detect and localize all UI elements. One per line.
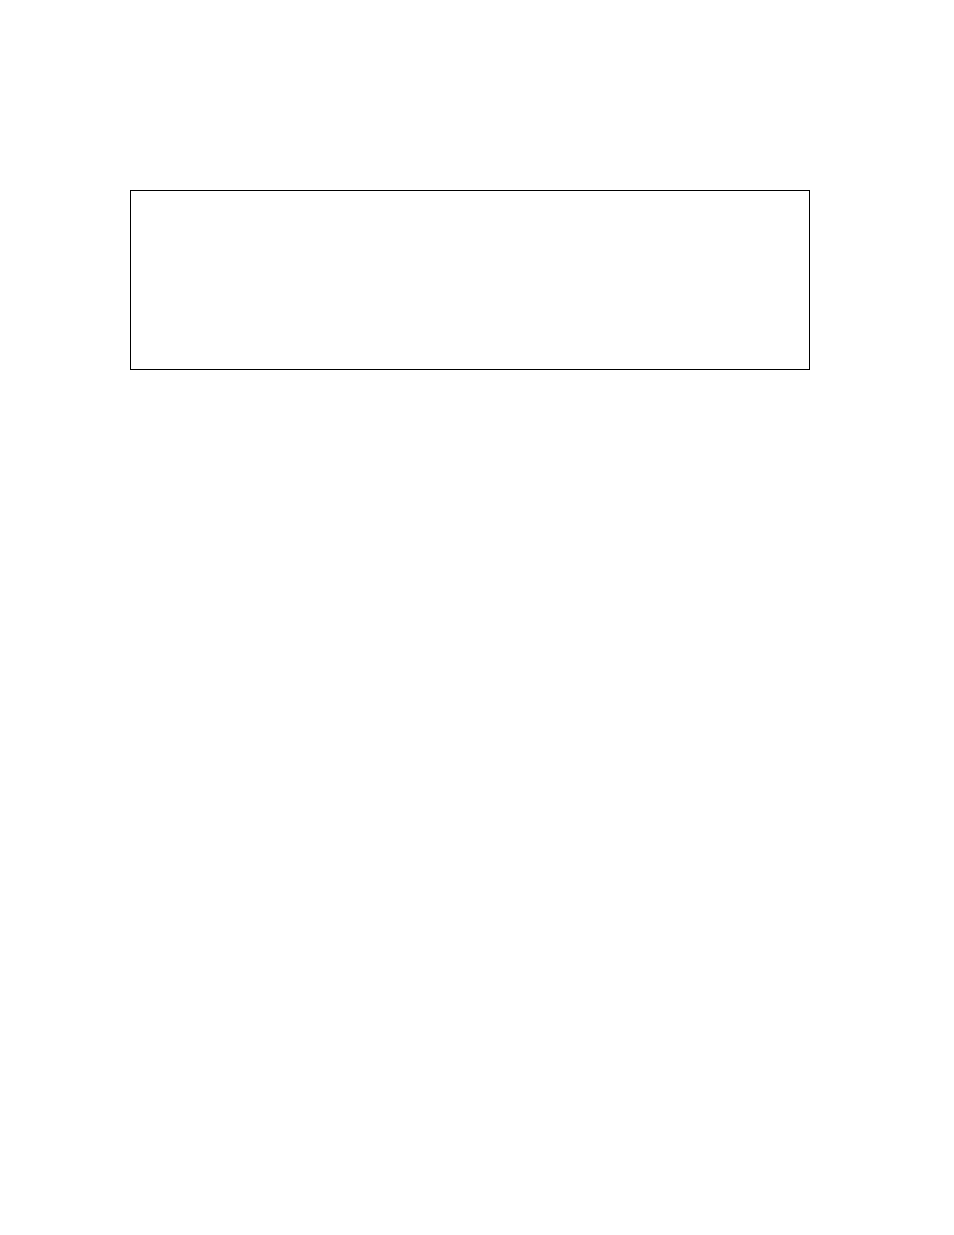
empty-box bbox=[130, 190, 810, 370]
